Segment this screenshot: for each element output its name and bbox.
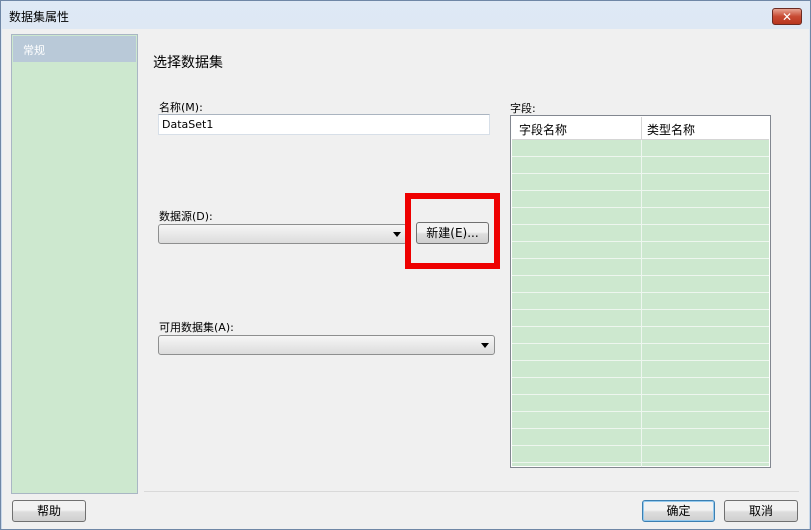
sidebar: 常规 xyxy=(11,34,138,494)
fields-grid[interactable]: 字段名称 类型名称 xyxy=(510,115,771,468)
grid-line xyxy=(512,445,769,446)
cancel-button[interactable]: 取消 xyxy=(724,500,798,522)
grid-line xyxy=(512,156,769,157)
close-button[interactable]: ✕ xyxy=(772,8,802,25)
sidebar-item-general[interactable]: 常规 xyxy=(13,36,136,62)
help-button[interactable]: 帮助 xyxy=(12,500,86,522)
chevron-down-icon xyxy=(481,343,489,348)
header-divider xyxy=(641,117,642,139)
grid-line xyxy=(512,224,769,225)
close-icon: ✕ xyxy=(781,10,793,24)
grid-line xyxy=(512,343,769,344)
name-input[interactable]: DataSet1 xyxy=(158,114,490,135)
column-header-field-name[interactable]: 字段名称 xyxy=(519,121,567,138)
window-title: 数据集属性 xyxy=(9,10,70,24)
sidebar-item-label: 常规 xyxy=(23,44,45,57)
column-header-type-name[interactable]: 类型名称 xyxy=(647,121,695,138)
ok-button[interactable]: 确定 xyxy=(642,500,715,522)
available-datasets-select[interactable] xyxy=(158,335,495,355)
title-bar[interactable]: 数据集属性 ✕ xyxy=(1,1,810,29)
datasource-label: 数据源(D): xyxy=(159,210,213,223)
grid-line xyxy=(512,207,769,208)
fields-label: 字段: xyxy=(510,102,536,115)
grid-line xyxy=(512,360,769,361)
grid-line xyxy=(512,292,769,293)
dialog-window: 数据集属性 ✕ 常规 选择数据集 名称(M): DataSet1 数据源(D):… xyxy=(0,0,811,530)
grid-line xyxy=(512,258,769,259)
dialog-client-area: 常规 选择数据集 名称(M): DataSet1 数据源(D): 新建(E)..… xyxy=(2,29,809,529)
chevron-down-icon xyxy=(393,232,401,237)
grid-line xyxy=(512,462,769,463)
page-title: 选择数据集 xyxy=(153,55,223,71)
grid-line xyxy=(512,275,769,276)
fields-grid-header: 字段名称 类型名称 xyxy=(512,117,769,140)
highlight-annotation xyxy=(405,193,500,269)
name-label: 名称(M): xyxy=(159,101,203,114)
name-input-value: DataSet1 xyxy=(162,118,214,131)
datasource-select[interactable] xyxy=(158,224,407,244)
grid-line xyxy=(512,309,769,310)
grid-line xyxy=(512,428,769,429)
available-datasets-label: 可用数据集(A): xyxy=(159,321,234,334)
footer-separator xyxy=(144,491,799,492)
grid-line xyxy=(512,377,769,378)
grid-line xyxy=(512,394,769,395)
fields-grid-body[interactable] xyxy=(512,140,769,467)
grid-line xyxy=(512,241,769,242)
grid-line xyxy=(512,326,769,327)
grid-line xyxy=(512,190,769,191)
grid-line xyxy=(512,411,769,412)
grid-line xyxy=(512,173,769,174)
